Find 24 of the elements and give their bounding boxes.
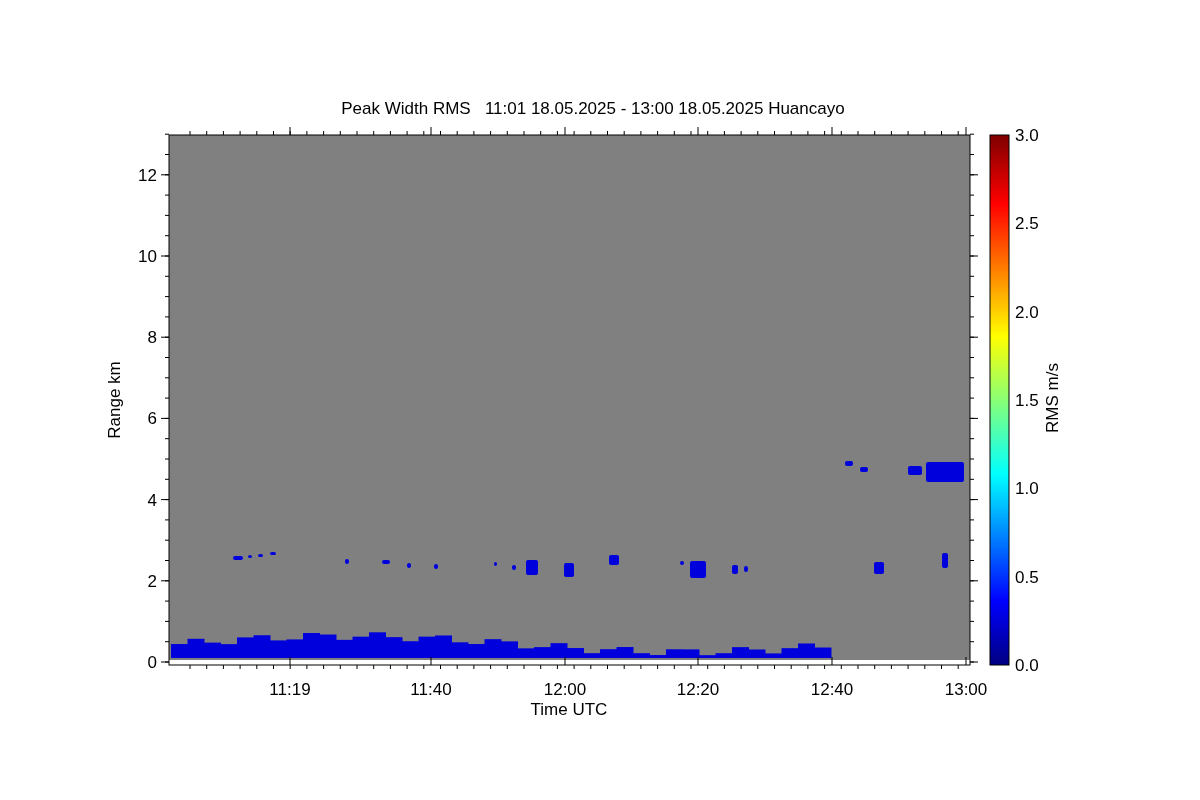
y-tick-label: 2 xyxy=(147,571,157,591)
chart-title: Peak Width RMS 11:01 18.05.2025 - 13:00 18.05.2025 Huancayo xyxy=(341,99,845,118)
y-axis-label: Range km xyxy=(105,361,124,439)
y-tick-label: 12 xyxy=(138,165,157,185)
colorbar-tick-label: 0.5 xyxy=(1015,567,1039,587)
colorbar-tick-label: 2.5 xyxy=(1015,214,1039,234)
x-tick-label: 11:19 xyxy=(269,680,311,699)
x-tick-label: 12:00 xyxy=(543,680,587,699)
y-tick-label: 4 xyxy=(147,490,157,510)
x-tick-label: 11:40 xyxy=(410,680,452,699)
colorbar-tick-label: 0.0 xyxy=(1015,656,1039,675)
colorbar-tick-label: 1.5 xyxy=(1015,391,1039,410)
x-axis-label: Time UTC xyxy=(530,700,608,719)
colorbar-tick-label: 2.0 xyxy=(1015,302,1039,322)
colorbar-tick-label: 1.0 xyxy=(1015,479,1039,499)
x-tick-label: 13:00 xyxy=(944,680,988,699)
x-tick-label: 12:40 xyxy=(810,680,854,699)
y-tick-label: 10 xyxy=(138,247,157,266)
y-tick-label: 8 xyxy=(147,328,157,348)
y-tick-label: 0 xyxy=(147,653,157,672)
colorbar-label: RMS m/s xyxy=(1043,363,1062,433)
y-tick-label: 6 xyxy=(147,409,157,429)
x-tick-label: 12:20 xyxy=(676,680,720,699)
colorbar-tick-label: 3.0 xyxy=(1015,126,1039,145)
